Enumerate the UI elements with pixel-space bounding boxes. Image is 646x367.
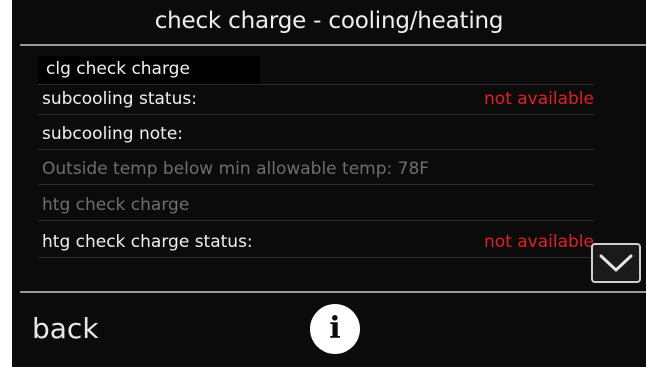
thermostat-screen: check charge - cooling/heating clg check… xyxy=(12,0,646,367)
page-title: check charge - cooling/heating xyxy=(154,8,504,34)
list-item-htg-check-charge: htg check charge xyxy=(38,192,594,221)
row-label: Outside temp below min allowable temp: 7… xyxy=(42,159,430,179)
title-divider xyxy=(20,44,646,46)
scroll-down-button[interactable] xyxy=(591,243,641,283)
list-item-subcooling-status: subcooling status: not available xyxy=(38,86,594,115)
info-button[interactable]: i xyxy=(310,304,360,354)
row-label: htg check charge xyxy=(42,195,190,215)
list-item-htg-check-charge-status: htg check charge status: not available xyxy=(38,229,594,258)
status-value: not available xyxy=(484,89,594,109)
chevron-down-icon xyxy=(599,254,633,272)
list-item-subcooling-note: subcooling note: xyxy=(38,121,594,150)
status-value: not available xyxy=(484,232,594,252)
row-label: subcooling status: xyxy=(42,89,197,109)
row-label: subcooling note: xyxy=(42,124,184,144)
row-label: clg check charge xyxy=(46,59,190,79)
info-icon: i xyxy=(329,311,341,346)
row-label: htg check charge status: xyxy=(42,232,253,252)
footer-divider xyxy=(20,291,646,293)
back-button[interactable]: back xyxy=(32,312,99,345)
list-item-outside-temp-note: Outside temp below min allowable temp: 7… xyxy=(38,156,594,185)
list-item-clg-check-charge[interactable]: clg check charge xyxy=(38,56,594,85)
